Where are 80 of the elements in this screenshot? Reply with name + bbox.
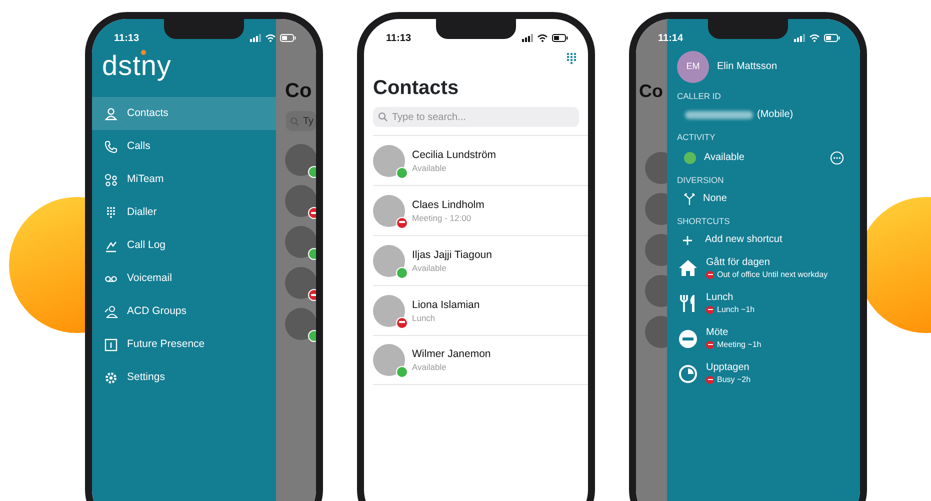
add-shortcut-button[interactable]: Add new shortcut [677,231,850,251]
contact-name: Wilmer Janemon [412,347,491,361]
menu-item[interactable]: Contacts [92,97,276,130]
blurred-number [685,111,753,119]
shortcut-item[interactable]: Gått för dagen Out of office Until next workday [677,251,850,286]
shortcut-item[interactable]: Möte Meeting ~1h [677,321,850,356]
contact-row[interactable]: Liona Islamian Lunch [373,285,588,335]
team-icon [104,172,118,186]
shortcut-title: Lunch [706,292,734,304]
signal-icon [794,34,805,42]
person-icon [104,106,118,120]
contact-status: Meeting - 12:00 [412,212,472,224]
clock-icon [678,364,698,383]
menu-item[interactable]: MiTeam [92,163,276,196]
menu-item[interactable]: Future Presence [92,328,276,361]
contact-name: Liona Islamian [412,298,480,312]
group-icon [104,304,118,318]
more-icon[interactable] [830,151,844,165]
search-field[interactable]: Type to search... [373,107,579,127]
contact-row[interactable]: Iljas Jajji Tiagoun Available [373,235,588,285]
phone-icon [104,140,118,154]
status-time: 11:13 [114,32,140,46]
section-heading: ACTIVITY [677,132,716,143]
page-title: Contacts [372,76,460,101]
menu-item[interactable]: Voicemail [92,262,276,295]
status-time: 11:14 [658,32,684,46]
contact-row[interactable]: Cecilia Lundström Available [373,135,588,185]
shortcut-item[interactable]: Upptagen Busy ~2h [677,356,850,391]
shortcut-status: Out of office Until next workday [717,269,828,280]
house-icon [678,259,698,278]
contact-name: Claes Lindholm [412,198,484,212]
keypad-icon [104,206,118,220]
menu-item[interactable]: Calls [92,130,276,163]
shortcut-item[interactable]: Lunch Lunch ~1h [677,286,850,321]
gear-icon [104,370,118,384]
signal-icon [250,34,261,42]
wifi-icon [265,34,276,42]
menu-item[interactable]: Call Log [92,229,276,262]
contact-row[interactable]: Wilmer Janemon Available [373,335,588,385]
search-field[interactable]: Ty [286,111,316,131]
shortcut-title: Gått för dagen [706,257,771,269]
battery-icon [824,34,840,42]
contact-row[interactable]: Claes Lindholm Meeting - 12:00 [373,185,588,235]
plus-icon [683,236,692,244]
contact-status: Available [412,361,448,373]
search-icon [290,116,299,126]
contact-status: Available [412,262,448,274]
shortcut-status: Lunch ~1h [717,304,755,315]
battery-icon [280,34,296,42]
menu-item[interactable]: Dialler [92,196,276,229]
shortcut-title: Upptagen [706,362,750,374]
menu-item[interactable]: Settings [92,361,276,394]
wifi-icon [809,34,820,42]
shortcut-title: Möte [706,327,730,339]
caller-id-type: (Mobile) [757,108,794,122]
section-heading: SHORTCUTS [677,216,731,227]
battery-icon [552,34,568,42]
contact-status: Lunch [412,312,436,324]
signal-icon [522,34,533,42]
section-heading: CALLER ID [677,91,722,102]
contact-name: Iljas Jajji Tiagoun [412,248,492,262]
shortcut-status: Meeting ~1h [717,339,762,350]
activity-status: Available [704,151,746,165]
contact-name: Cecilia Lundström [412,148,496,162]
shortcut-status: Busy ~2h [717,374,751,385]
contact-status: Available [412,162,448,174]
section-heading: DIVERSION [677,175,725,186]
status-time: 11:13 [386,32,412,46]
wifi-icon [537,34,548,42]
dialpad-icon[interactable] [567,53,576,65]
page-title: Co [284,79,313,103]
page-title: Co [638,80,664,103]
user-avatar: EM [677,51,709,83]
menu-item[interactable]: ACD Groups [92,295,276,328]
minus-circle-icon [678,329,698,348]
search-icon [378,112,388,122]
fork-arrow-icon [684,193,695,205]
diversion-value: None [703,192,727,206]
user-name: Elin Mattsson [717,60,778,74]
calendar-icon [104,338,118,352]
